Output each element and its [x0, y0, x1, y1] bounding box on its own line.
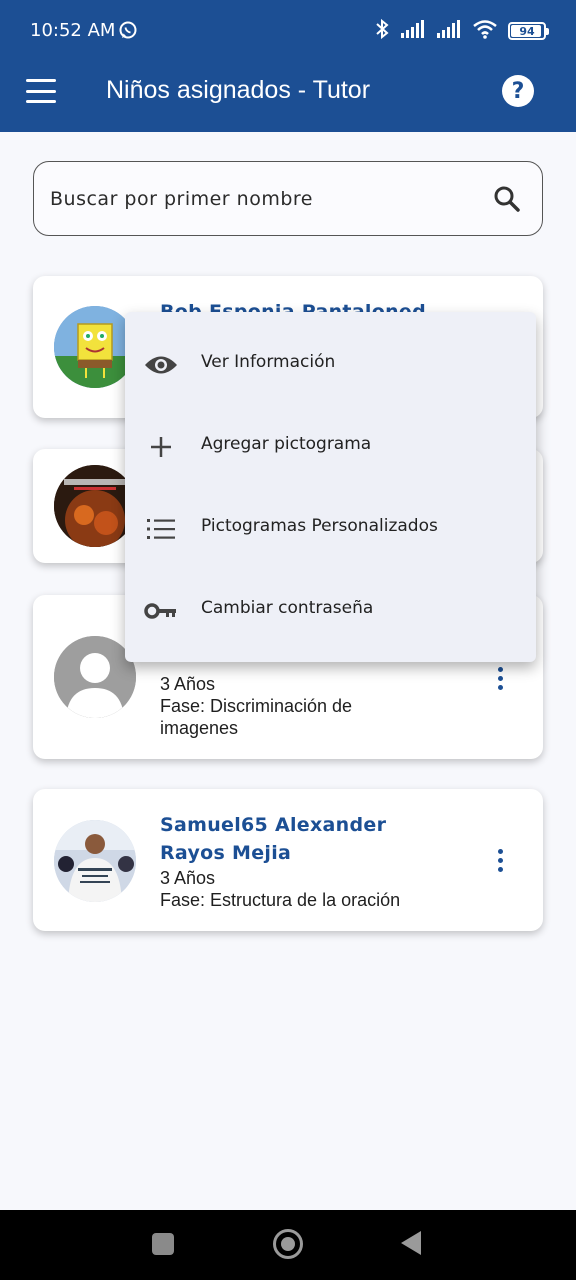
- recent-apps-button[interactable]: [152, 1233, 174, 1255]
- bluetooth-icon: [374, 18, 390, 44]
- status-time: 10:52 AM: [30, 20, 116, 41]
- child-phase: Fase: Discriminación de: [160, 696, 353, 716]
- menu-item-label: Cambiar contraseña: [201, 598, 374, 618]
- help-icon[interactable]: ?: [502, 75, 534, 107]
- menu-item-label: Ver Información: [201, 352, 336, 372]
- hamburger-menu-icon[interactable]: [24, 76, 58, 106]
- app-bar: 10:52 AM 94 Niños asignados - Tutor ?: [0, 0, 576, 132]
- page-title: Niños asignados - Tutor: [106, 76, 371, 104]
- avatar: [54, 306, 136, 388]
- whatsapp-icon: [118, 20, 138, 44]
- wifi-icon: [472, 19, 498, 43]
- child-age: 3 Años: [160, 868, 216, 888]
- menu-item-agregar-pictograma[interactable]: Agregar pictograma: [125, 406, 536, 488]
- menu-item-pictogramas-personalizados[interactable]: Pictogramas Personalizados: [125, 488, 536, 570]
- home-button[interactable]: [273, 1229, 303, 1259]
- avatar: [54, 465, 136, 547]
- menu-item-label: Pictogramas Personalizados: [201, 516, 438, 536]
- plus-icon: [143, 432, 179, 462]
- more-options-icon[interactable]: [493, 667, 507, 690]
- list-icon: [143, 514, 179, 544]
- menu-item-cambiar-contrasena[interactable]: Cambiar contraseña: [125, 570, 536, 652]
- signal-icon: [400, 19, 426, 43]
- child-name: Samuel65 Alexander: [160, 814, 387, 836]
- menu-item-ver-informacion[interactable]: Ver Información: [125, 324, 536, 406]
- more-options-icon[interactable]: [493, 849, 507, 872]
- battery-percent: 94: [519, 24, 535, 38]
- signal-icon-2: [436, 19, 462, 43]
- menu-item-label: Agregar pictograma: [201, 434, 372, 454]
- avatar: [54, 820, 136, 902]
- child-phase: Fase: Estructura de la oración: [160, 890, 401, 910]
- system-icons: 94: [374, 18, 549, 44]
- eye-icon: [143, 350, 179, 380]
- key-icon: [143, 596, 179, 626]
- search-field[interactable]: [33, 161, 543, 236]
- context-menu: Ver Información Agregar pictograma Picto…: [125, 312, 536, 662]
- search-input[interactable]: [50, 180, 470, 218]
- child-phase-continued: imagenes: [160, 718, 239, 738]
- battery-icon: 94: [508, 22, 549, 40]
- child-card[interactable]: Samuel65 Alexander Rayos Mejia 3 Años Fa…: [33, 789, 543, 931]
- child-name-continued: Rayos Mejia: [160, 842, 292, 864]
- search-icon[interactable]: [492, 184, 522, 218]
- avatar: [54, 636, 136, 718]
- back-button[interactable]: [401, 1231, 421, 1255]
- status-bar: 10:52 AM 94: [0, 0, 576, 62]
- child-age: 3 Años: [160, 674, 216, 694]
